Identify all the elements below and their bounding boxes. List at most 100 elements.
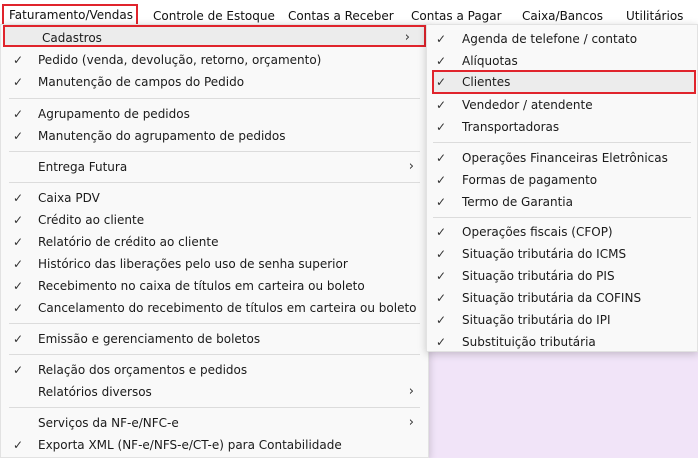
menu-item-relatorio-credito[interactable]: ✓ Relatório de crédito ao cliente [1,231,428,253]
menu-item-label: Operações Financeiras Eletrônicas [462,151,668,165]
check-icon: ✓ [435,151,447,165]
menu-item-label: Vendedor / atendente [462,98,593,112]
submenu-item-formas-pagamento[interactable]: ✓ Formas de pagamento [427,169,697,191]
submenu-item-operacoes-fiscais[interactable]: ✓ Operações fiscais (CFOP) [427,221,697,243]
menu-item-cadastros[interactable]: Cadastros › [3,25,426,47]
menu-item-label: Operações fiscais (CFOP) [462,225,613,239]
menu-item-recebimento-caixa[interactable]: ✓ Recebimento no caixa de títulos em car… [1,275,428,297]
cadastros-submenu: ✓ Agenda de telefone / contato ✓ Alíquot… [426,24,698,352]
menu-item-label: Manutenção do agrupamento de pedidos [38,129,286,143]
menu-item-label: Substituição tributária [462,335,596,349]
submenu-item-situacao-icms[interactable]: ✓ Situação tributária do ICMS [427,243,697,265]
submenu-item-vendedor[interactable]: ✓ Vendedor / atendente [427,94,697,116]
menu-item-label: Alíquotas [462,54,518,68]
menu-caixa-bancos[interactable]: Caixa/Bancos [522,6,603,26]
check-icon: ✓ [12,257,24,271]
menu-item-label: Cancelamento do recebimento de títulos e… [38,301,417,315]
menu-item-servicos-nfe[interactable]: Serviços da NF-e/NFC-e › [1,412,428,434]
menu-item-label: Emissão e gerenciamento de boletos [38,332,261,346]
chevron-right-icon: › [408,384,414,399]
menu-item-cancelamento-recebimento[interactable]: ✓ Cancelamento do recebimento de títulos… [1,297,428,319]
menu-item-label: Situação tributária da COFINS [462,291,642,305]
menu-separator [9,407,420,408]
submenu-item-clientes[interactable]: ✓ Clientes [432,70,696,94]
check-icon: ✓ [435,195,447,209]
check-icon: ✓ [435,335,447,349]
menu-item-label: Crédito ao cliente [38,213,145,227]
faturamento-dropdown: Cadastros › ✓ Pedido (venda, devolução, … [0,24,429,458]
chevron-right-icon: › [408,159,414,174]
submenu-item-substituicao-tributaria[interactable]: ✓ Substituição tributária [427,331,697,353]
menu-faturamento-vendas[interactable]: Faturamento/Vendas [2,4,138,26]
menu-item-label: Relação dos orçamentos e pedidos [38,363,248,377]
menu-item-label: Pedido (venda, devolução, retorno, orçam… [38,53,322,67]
menu-separator [433,217,691,218]
chevron-right-icon: › [408,415,414,430]
menu-item-label: Situação tributária do IPI [462,313,611,327]
check-icon: ✓ [435,75,447,89]
menu-item-manutencao-agrupamento[interactable]: ✓ Manutenção do agrupamento de pedidos [1,125,428,147]
check-icon: ✓ [12,438,24,452]
check-icon: ✓ [12,301,24,315]
check-icon: ✓ [12,332,24,346]
menu-item-label: Exporta XML (NF-e/NFS-e/CT-e) para Conta… [38,438,342,452]
menu-item-label: Caixa PDV [38,191,100,205]
submenu-item-aliquotas[interactable]: ✓ Alíquotas [427,50,697,72]
menu-item-label: Transportadoras [462,120,560,134]
menu-item-pedido[interactable]: ✓ Pedido (venda, devolução, retorno, orç… [1,49,428,71]
menu-item-label: Situação tributária do ICMS [462,247,627,261]
check-icon: ✓ [435,313,447,327]
menu-item-label: Relatório de crédito ao cliente [38,235,219,249]
submenu-item-situacao-pis[interactable]: ✓ Situação tributária do PIS [427,265,697,287]
menu-item-agrupamento-pedidos[interactable]: ✓ Agrupamento de pedidos [1,103,428,125]
submenu-item-situacao-ipi[interactable]: ✓ Situação tributária do IPI [427,309,697,331]
menu-item-label: Relatórios diversos [38,385,152,399]
menu-item-credito-cliente[interactable]: ✓ Crédito ao cliente [1,209,428,231]
menu-item-label: Situação tributária do PIS [462,269,615,283]
check-icon: ✓ [12,107,24,121]
check-icon: ✓ [435,225,447,239]
check-icon: ✓ [12,75,24,89]
menu-item-manutencao-campos-pedido[interactable]: ✓ Manutenção de campos do Pedido [1,71,428,93]
menu-item-emissao-boletos[interactable]: ✓ Emissão e gerenciamento de boletos [1,328,428,350]
menu-contas-receber[interactable]: Contas a Receber [288,6,394,26]
menu-separator [9,182,420,183]
menu-separator [9,98,420,99]
screen: Faturamento/Vendas Controle de Estoque C… [0,0,698,458]
menu-item-historico-liberacoes[interactable]: ✓ Histórico das liberações pelo uso de s… [1,253,428,275]
menu-separator [433,142,691,143]
check-icon: ✓ [12,279,24,293]
menu-item-label: Formas de pagamento [462,173,598,187]
submenu-item-operacoes-financeiras[interactable]: ✓ Operações Financeiras Eletrônicas [427,147,697,169]
menu-item-label: Serviços da NF-e/NFC-e [38,416,179,430]
menu-item-label: Agenda de telefone / contato [462,32,638,46]
submenu-item-agenda[interactable]: ✓ Agenda de telefone / contato [427,28,697,50]
check-icon: ✓ [435,173,447,187]
check-icon: ✓ [435,120,447,134]
menu-separator [9,323,420,324]
check-icon: ✓ [12,53,24,67]
check-icon: ✓ [435,291,447,305]
check-icon: ✓ [435,98,447,112]
menu-item-label: Cadastros [42,31,102,45]
menu-controle-estoque[interactable]: Controle de Estoque [153,6,275,26]
menu-item-caixa-pdv[interactable]: ✓ Caixa PDV [1,187,428,209]
check-icon: ✓ [12,363,24,377]
menu-item-entrega-futura[interactable]: Entrega Futura › [1,156,428,178]
check-icon: ✓ [12,129,24,143]
menu-item-relatorios-diversos[interactable]: Relatórios diversos › [1,381,428,403]
check-icon: ✓ [435,269,447,283]
menu-separator [9,151,420,152]
menu-contas-pagar[interactable]: Contas a Pagar [411,6,502,26]
submenu-item-situacao-cofins[interactable]: ✓ Situação tributária da COFINS [427,287,697,309]
check-icon: ✓ [12,235,24,249]
check-icon: ✓ [435,32,447,46]
check-icon: ✓ [12,213,24,227]
menu-item-label: Termo de Garantia [462,195,573,209]
menu-item-relacao-orcamentos[interactable]: ✓ Relação dos orçamentos e pedidos [1,359,428,381]
submenu-item-transportadoras[interactable]: ✓ Transportadoras [427,116,697,138]
submenu-item-termo-garantia[interactable]: ✓ Termo de Garantia [427,191,697,213]
menu-utilitarios[interactable]: Utilitários [626,6,683,26]
menu-item-label: Histórico das liberações pelo uso de sen… [38,257,348,271]
menu-item-exporta-xml[interactable]: ✓ Exporta XML (NF-e/NFS-e/CT-e) para Con… [1,434,428,456]
